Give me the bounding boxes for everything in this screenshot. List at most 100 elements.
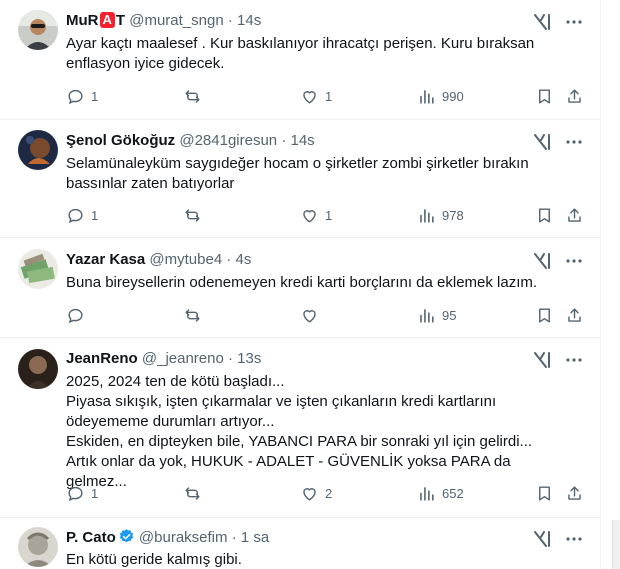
tweet-line: Buna bireysellerin odenemeyen kredi kart… <box>66 274 538 291</box>
retweet-icon <box>185 208 200 222</box>
separator: · <box>281 132 287 149</box>
retweet-icon <box>185 89 200 103</box>
tweet-line: ödeyememe durumları artıyor... <box>66 413 275 430</box>
display-name[interactable]: JeanReno <box>66 350 138 367</box>
display-name[interactable]: MuR A T <box>66 12 125 29</box>
like-count: 1 <box>325 207 333 223</box>
views-icon <box>420 308 434 323</box>
more-icon[interactable] <box>564 132 584 152</box>
more-icon[interactable] <box>564 350 584 370</box>
tweet[interactable]: JeanReno @_jeanreno · 13s 2025, 2024 ten… <box>0 338 600 518</box>
bookmark-icon <box>539 207 550 223</box>
scrollbar[interactable] <box>612 520 620 569</box>
views-icon <box>420 89 434 104</box>
timestamp[interactable]: 13s <box>237 350 261 367</box>
timestamp[interactable]: 1 sa <box>241 529 269 546</box>
retweet-button[interactable] <box>183 86 208 106</box>
share-button[interactable] <box>565 205 584 225</box>
tweet-line: 2025, 2024 ten de kötü başladı... <box>66 373 285 390</box>
reply-button[interactable] <box>66 305 91 325</box>
tweet-text: Selamünaleyküm saygıdeğer hocam o şirket… <box>66 154 556 194</box>
bookmark-icon <box>539 485 550 501</box>
tweet-actions: 1 2 652 <box>60 483 590 503</box>
bookmark-button[interactable] <box>535 483 554 503</box>
grok-icon[interactable] <box>532 350 552 370</box>
like-icon <box>303 209 316 223</box>
tweet-line: Selamünaleyküm saygıdeğer hocam o şirket… <box>66 155 529 172</box>
reply-count: 1 <box>91 207 99 223</box>
views-button[interactable]: 652 <box>417 483 464 503</box>
reply-button[interactable]: 1 <box>66 86 98 106</box>
share-icon <box>568 307 581 322</box>
tweet-actions: 95 <box>60 305 590 325</box>
tweet-header: Şenol Gökoğuz @2841giresun · 14s <box>66 131 315 151</box>
separator: · <box>228 350 233 367</box>
share-button[interactable] <box>565 483 584 503</box>
avatar[interactable] <box>18 10 58 50</box>
view-count: 990 <box>442 88 464 104</box>
more-icon[interactable] <box>564 12 584 32</box>
views-button[interactable]: 95 <box>417 305 456 325</box>
like-button[interactable]: 1 <box>300 86 332 106</box>
more-icon[interactable] <box>564 529 584 549</box>
avatar[interactable] <box>18 130 58 170</box>
timestamp[interactable]: 14s <box>290 132 314 149</box>
timeline-feed: MuR A T @murat_sngn · 14s Ayar kaçtı maale… <box>0 0 601 569</box>
tweet-header: P. Cato @buraksefim · 1 sa <box>66 528 269 548</box>
grok-icon[interactable] <box>532 251 552 271</box>
retweet-icon <box>185 308 200 322</box>
like-button[interactable]: 1 <box>300 205 332 225</box>
grok-icon[interactable] <box>532 529 552 549</box>
handle[interactable]: @2841giresun <box>179 132 277 149</box>
tweet-actions: 1 1 978 <box>60 205 590 225</box>
view-count: 652 <box>442 485 464 501</box>
retweet-button[interactable] <box>183 483 208 503</box>
avatar[interactable] <box>18 249 58 289</box>
tweet-line: enflasyon iyice gidecek. <box>66 55 225 72</box>
display-name[interactable]: Şenol Gökoğuz <box>66 132 175 149</box>
display-name[interactable]: Yazar Kasa <box>66 251 145 268</box>
tweet-text: 2025, 2024 ten de kötü başladı... Piyasa… <box>66 372 556 492</box>
handle[interactable]: @mytube4 <box>149 251 222 268</box>
reply-count: 1 <box>91 88 99 104</box>
tweet[interactable]: P. Cato @buraksefim · 1 sa En kötü gerid… <box>0 518 600 569</box>
grok-icon[interactable] <box>532 132 552 152</box>
retweet-icon <box>185 486 200 500</box>
handle[interactable]: @_jeanreno <box>142 350 224 367</box>
tweet-text: Buna bireysellerin odenemeyen kredi kart… <box>66 273 556 293</box>
timestamp[interactable]: 4s <box>236 251 252 268</box>
separator: · <box>226 251 232 268</box>
tweet[interactable]: Yazar Kasa @mytube4 · 4s Buna bireyselle… <box>0 238 600 338</box>
handle[interactable]: @buraksefim <box>139 529 228 546</box>
retweet-button[interactable] <box>183 205 208 225</box>
tweet-actions: 1 1 990 <box>60 86 590 106</box>
bookmark-button[interactable] <box>535 86 554 106</box>
display-name[interactable]: P. Cato <box>66 529 116 546</box>
bookmark-button[interactable] <box>535 205 554 225</box>
like-button[interactable]: 2 <box>300 483 332 503</box>
like-count: 2 <box>325 485 333 501</box>
reply-button[interactable]: 1 <box>66 205 98 225</box>
tweet[interactable]: Şenol Gökoğuz @2841giresun · 14s Selamün… <box>0 120 600 238</box>
handle[interactable]: @murat_sngn <box>129 12 223 29</box>
avatar[interactable] <box>18 527 58 567</box>
like-button[interactable] <box>300 305 325 325</box>
share-button[interactable] <box>565 86 584 106</box>
timestamp[interactable]: 14s <box>237 12 261 29</box>
views-button[interactable]: 978 <box>417 205 464 225</box>
grok-icon[interactable] <box>532 12 552 32</box>
verified-badge-icon <box>119 529 133 543</box>
reply-icon <box>68 89 83 104</box>
share-button[interactable] <box>565 305 584 325</box>
like-icon <box>303 487 316 501</box>
retweet-button[interactable] <box>183 305 208 325</box>
more-icon[interactable] <box>564 251 584 271</box>
reply-button[interactable]: 1 <box>66 483 98 503</box>
avatar[interactable] <box>18 349 58 389</box>
bookmark-button[interactable] <box>535 305 554 325</box>
name-logo: A <box>99 12 115 28</box>
separator: · <box>231 529 237 546</box>
tweet[interactable]: MuR A T @murat_sngn · 14s Ayar kaçtı maale… <box>0 0 600 120</box>
views-button[interactable]: 990 <box>417 86 464 106</box>
tweet-text: Ayar kaçtı maalesef . Kur baskılanıyor i… <box>66 34 556 74</box>
